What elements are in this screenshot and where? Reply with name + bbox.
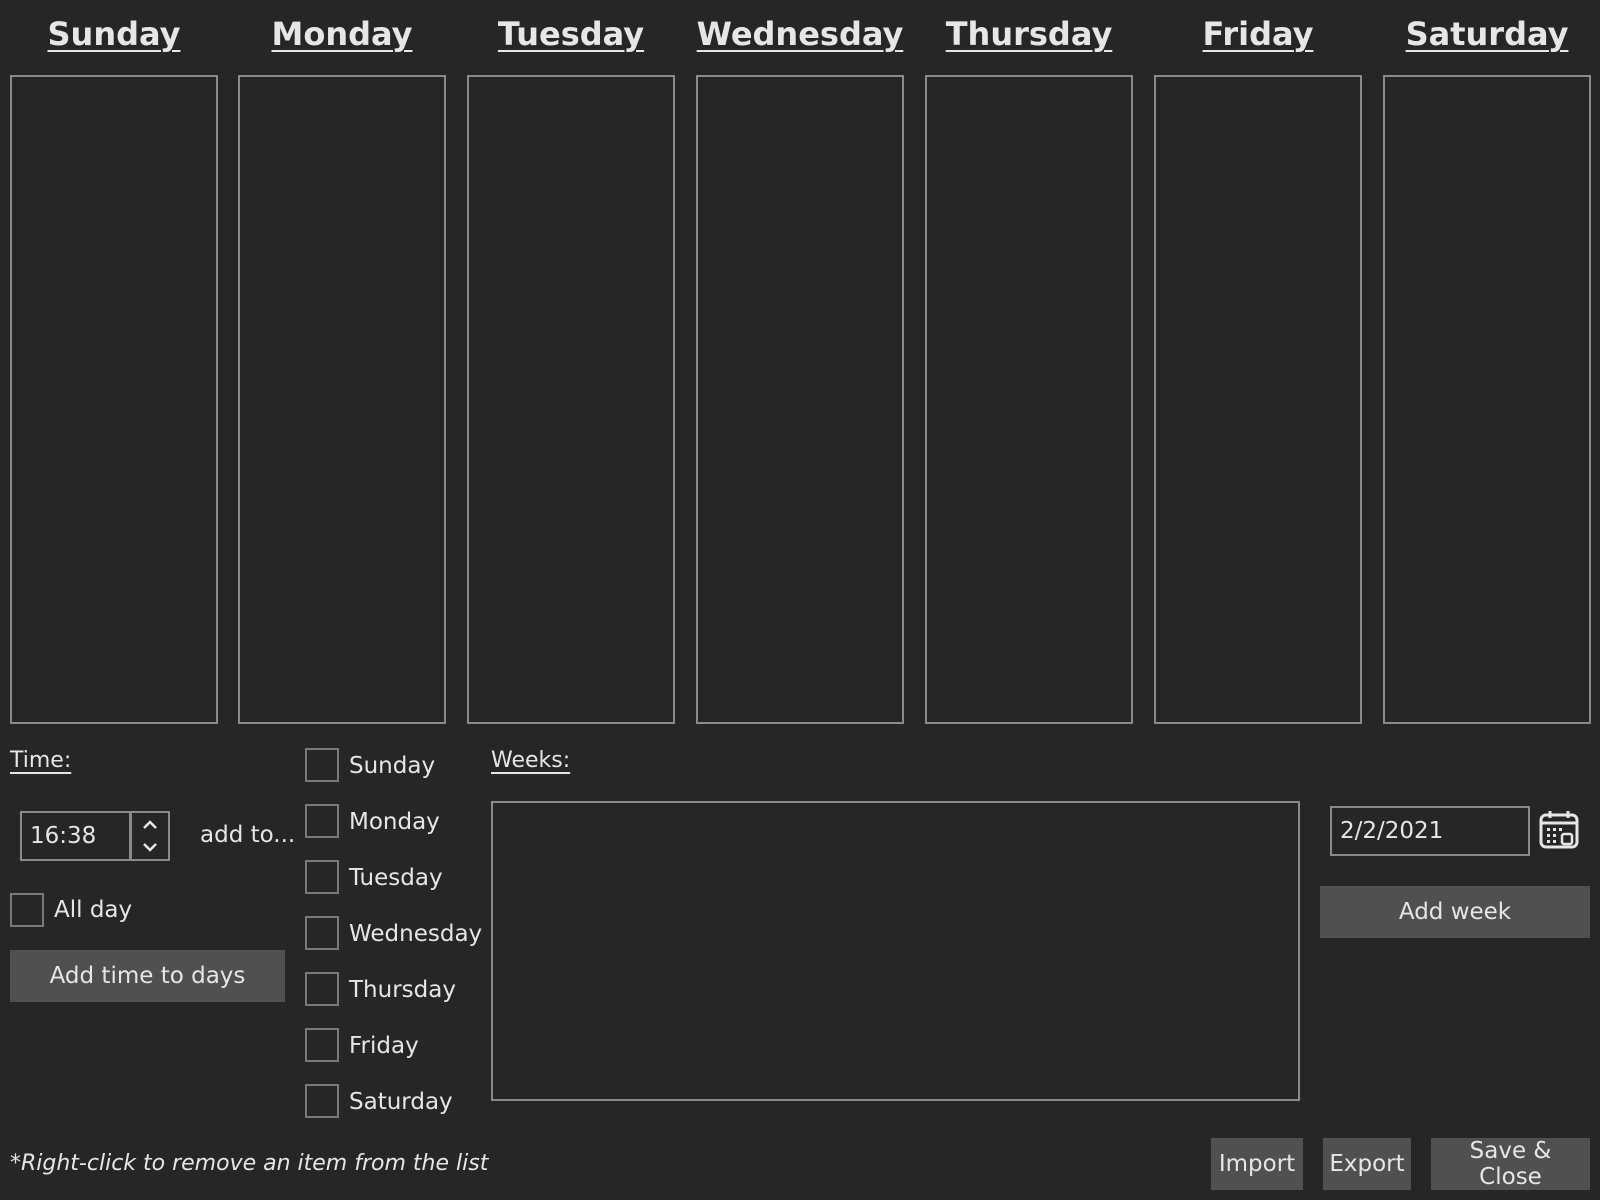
hint-text: *Right-click to remove an item from the …	[10, 1151, 489, 1176]
checkbox-tuesday[interactable]	[305, 860, 339, 894]
add-week-button[interactable]: Add week	[1320, 886, 1590, 938]
time-spinner[interactable]	[130, 811, 170, 861]
day-header-saturday: Saturday	[1405, 15, 1569, 53]
export-button[interactable]: Export	[1323, 1138, 1411, 1190]
day-list-friday[interactable]	[1154, 75, 1362, 724]
checkbox-label-saturday: Saturday	[349, 1089, 453, 1115]
day-header-sunday: Sunday	[47, 15, 181, 53]
all-day-label: All day	[54, 897, 133, 923]
checkbox-saturday[interactable]	[305, 1084, 339, 1118]
checkbox-label-friday: Friday	[349, 1033, 419, 1059]
weeks-list[interactable]	[491, 801, 1300, 1101]
checkbox-thursday[interactable]	[305, 972, 339, 1006]
add-time-to-days-button[interactable]: Add time to days	[10, 950, 285, 1002]
checkbox-wednesday[interactable]	[305, 916, 339, 950]
weeks-label: Weeks:	[491, 748, 571, 773]
checkbox-label-sunday: Sunday	[349, 753, 436, 779]
time-input[interactable]	[20, 811, 131, 861]
day-header-thursday: Thursday	[945, 15, 1113, 53]
import-button[interactable]: Import	[1211, 1138, 1303, 1190]
day-list-thursday[interactable]	[925, 75, 1133, 724]
week-date-input[interactable]	[1330, 806, 1530, 856]
add-to-label: add to...	[200, 822, 296, 848]
day-list-monday[interactable]	[238, 75, 446, 724]
save-close-button[interactable]: Save & Close	[1431, 1138, 1590, 1190]
calendar-icon[interactable]	[1538, 808, 1582, 852]
checkbox-label-tuesday: Tuesday	[349, 865, 443, 891]
chevron-up-icon[interactable]	[143, 820, 157, 829]
day-list-wednesday[interactable]	[696, 75, 904, 724]
day-header-friday: Friday	[1202, 15, 1314, 53]
time-label: Time:	[10, 748, 72, 773]
checkbox-label-thursday: Thursday	[349, 977, 456, 1003]
checkbox-label-monday: Monday	[349, 809, 440, 835]
day-list-sunday[interactable]	[10, 75, 218, 724]
spinner-arrows	[143, 820, 157, 852]
checkbox-sunday[interactable]	[305, 748, 339, 782]
day-header-monday: Monday	[271, 15, 413, 53]
day-list-tuesday[interactable]	[467, 75, 675, 724]
checkbox-monday[interactable]	[305, 804, 339, 838]
checkbox-friday[interactable]	[305, 1028, 339, 1062]
day-header-wednesday: Wednesday	[696, 15, 904, 53]
all-day-checkbox[interactable]	[10, 893, 44, 927]
day-header-tuesday: Tuesday	[497, 15, 645, 53]
checkbox-label-wednesday: Wednesday	[349, 921, 483, 947]
day-list-saturday[interactable]	[1383, 75, 1591, 724]
chevron-down-icon[interactable]	[143, 843, 157, 852]
